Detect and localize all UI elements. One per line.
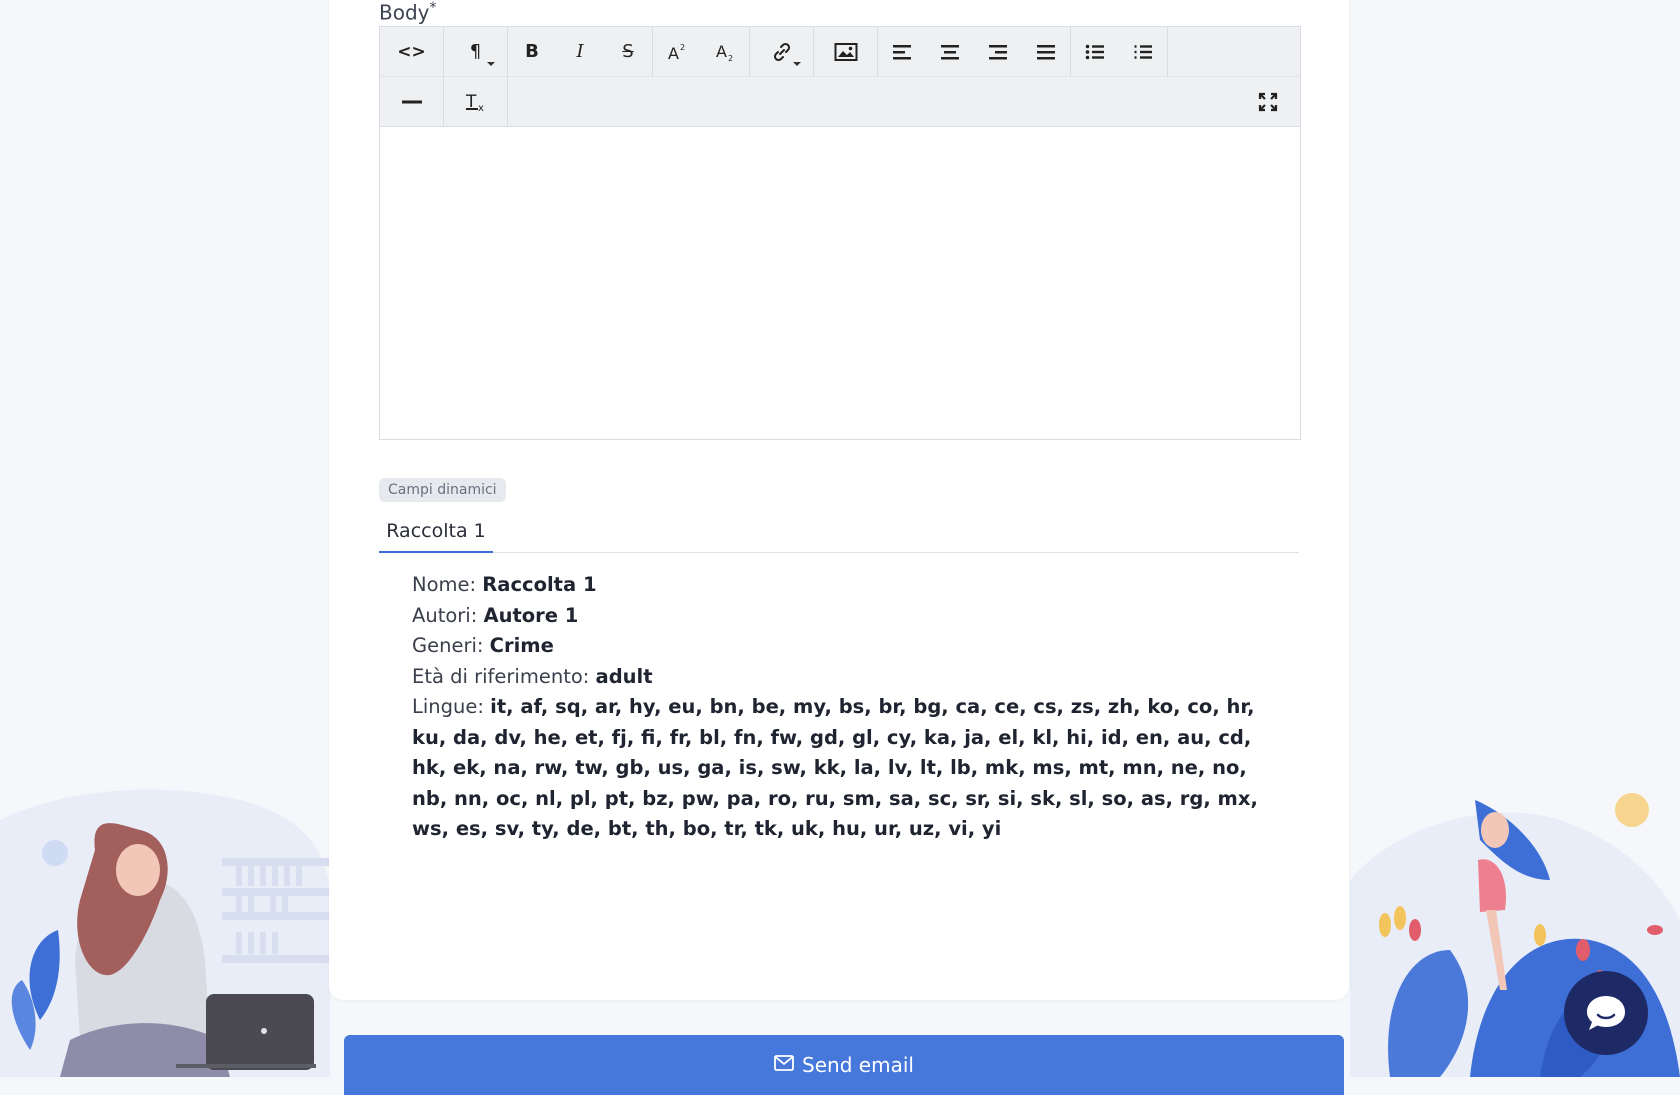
superscript-button[interactable]: A2: [653, 27, 701, 76]
detail-genres: Generi: Crime: [412, 631, 1282, 662]
toolbar-row-1: <> ¶ B I S A2 A2: [380, 27, 1300, 76]
chat-bubble-icon: [1587, 996, 1625, 1030]
bullet-list-button[interactable]: [1071, 27, 1119, 76]
align-justify-icon: [1037, 44, 1055, 59]
detail-label: Età di riferimento:: [412, 664, 590, 688]
numbered-list-icon: [1134, 44, 1152, 59]
toolbar-group-code: <>: [380, 27, 444, 76]
code-view-button[interactable]: <>: [380, 27, 443, 76]
insert-link-button[interactable]: [750, 27, 813, 76]
dropdown-caret-icon: [793, 62, 801, 66]
svg-text:A: A: [668, 44, 679, 63]
strikethrough-icon: S: [622, 41, 634, 62]
dropdown-caret-icon: [487, 62, 495, 66]
clear-formatting-icon: Tx: [465, 92, 484, 113]
detail-languages: Lingue: it, af, sq, ar, hy, eu, bn, be, …: [412, 692, 1282, 845]
subscript-button[interactable]: A2: [701, 27, 749, 76]
bold-icon: B: [525, 41, 539, 62]
svg-text:A: A: [716, 42, 727, 61]
toolbar-group-image: [814, 27, 878, 76]
editor-toolbar: <> ¶ B I S A2 A2 T x: [380, 27, 1300, 127]
fullscreen-button[interactable]: [1236, 77, 1300, 126]
align-left-icon: [893, 44, 911, 59]
toolbar-group-align: [878, 27, 1071, 76]
horizontal-rule-button[interactable]: [380, 77, 443, 126]
dynamic-fields-badge: Campi dinamici: [379, 478, 506, 502]
envelope-icon: [774, 1055, 794, 1071]
align-right-button[interactable]: [974, 27, 1022, 76]
toolbar-group-script: A2 A2: [653, 27, 750, 76]
align-center-button[interactable]: [926, 27, 974, 76]
fullscreen-icon: [1258, 92, 1278, 111]
horizontal-rule-icon: [401, 100, 422, 103]
required-mark: *: [429, 0, 437, 16]
toolbar-group-paragraph: ¶: [444, 27, 508, 76]
superscript-icon: A2: [668, 43, 685, 63]
detail-authors: Autori: Autore 1: [412, 601, 1282, 632]
detail-label: Generi:: [412, 634, 484, 657]
link-icon: [773, 42, 790, 61]
clear-formatting-button[interactable]: Tx: [444, 77, 507, 126]
detail-label: Autori:: [412, 603, 478, 627]
bold-button[interactable]: B: [508, 27, 556, 76]
body-label-text: Body: [379, 0, 430, 25]
detail-value: adult: [595, 664, 653, 688]
subscript-icon: A2: [716, 42, 733, 63]
toolbar-group-text-style: B I S: [508, 27, 653, 76]
tab-raccolta-1[interactable]: Raccolta 1: [379, 510, 493, 553]
toolbar-group-clear: Tx: [444, 77, 508, 126]
svg-text:2: 2: [680, 43, 685, 52]
editor-content-area[interactable]: [380, 127, 1300, 437]
toolbar-group-link: [750, 27, 814, 76]
toolbar-row-2: Tx: [380, 76, 1300, 126]
code-icon: <>: [397, 41, 426, 62]
paragraph-format-button[interactable]: ¶: [444, 27, 507, 76]
detail-label: Lingue:: [412, 695, 484, 718]
chat-launcher-button[interactable]: [1564, 971, 1648, 1055]
rich-text-editor: <> ¶ B I S A2 A2 T x: [379, 26, 1301, 440]
strikethrough-button[interactable]: S: [604, 27, 652, 76]
detail-value: Raccolta 1: [482, 573, 597, 596]
detail-value: it, af, sq, ar, hy, eu, bn, be, my, bs, …: [412, 695, 1258, 840]
italic-button[interactable]: I: [556, 27, 604, 76]
body-field-label: Body*: [379, 0, 437, 25]
detail-value: Crime: [489, 634, 554, 657]
italic-icon: I: [576, 41, 584, 62]
toolbar-group-lists: [1071, 27, 1168, 76]
align-left-button[interactable]: [878, 27, 926, 76]
send-email-button[interactable]: Send email: [344, 1035, 1344, 1095]
detail-label: Nome:: [412, 573, 477, 596]
bullet-list-icon: [1085, 44, 1104, 59]
image-icon: [834, 42, 857, 61]
align-justify-button[interactable]: [1022, 27, 1070, 76]
svg-text:x: x: [478, 103, 484, 113]
align-right-icon: [989, 44, 1007, 59]
dynamic-fields-tabs: Raccolta 1: [379, 510, 1299, 553]
svg-text:2: 2: [728, 54, 733, 63]
align-center-icon: [941, 44, 959, 59]
insert-image-button[interactable]: [814, 27, 877, 76]
detail-age: Età di riferimento: adult: [412, 662, 1282, 693]
detail-name: Nome: Raccolta 1: [412, 570, 1282, 601]
collection-details: Nome: Raccolta 1 Autori: Autore 1 Generi…: [412, 570, 1282, 845]
numbered-list-button[interactable]: [1119, 27, 1167, 76]
detail-value: Autore 1: [483, 603, 579, 627]
send-email-label: Send email: [802, 1053, 914, 1077]
toolbar-group-hr: [380, 77, 444, 126]
paragraph-icon: ¶: [469, 41, 482, 62]
